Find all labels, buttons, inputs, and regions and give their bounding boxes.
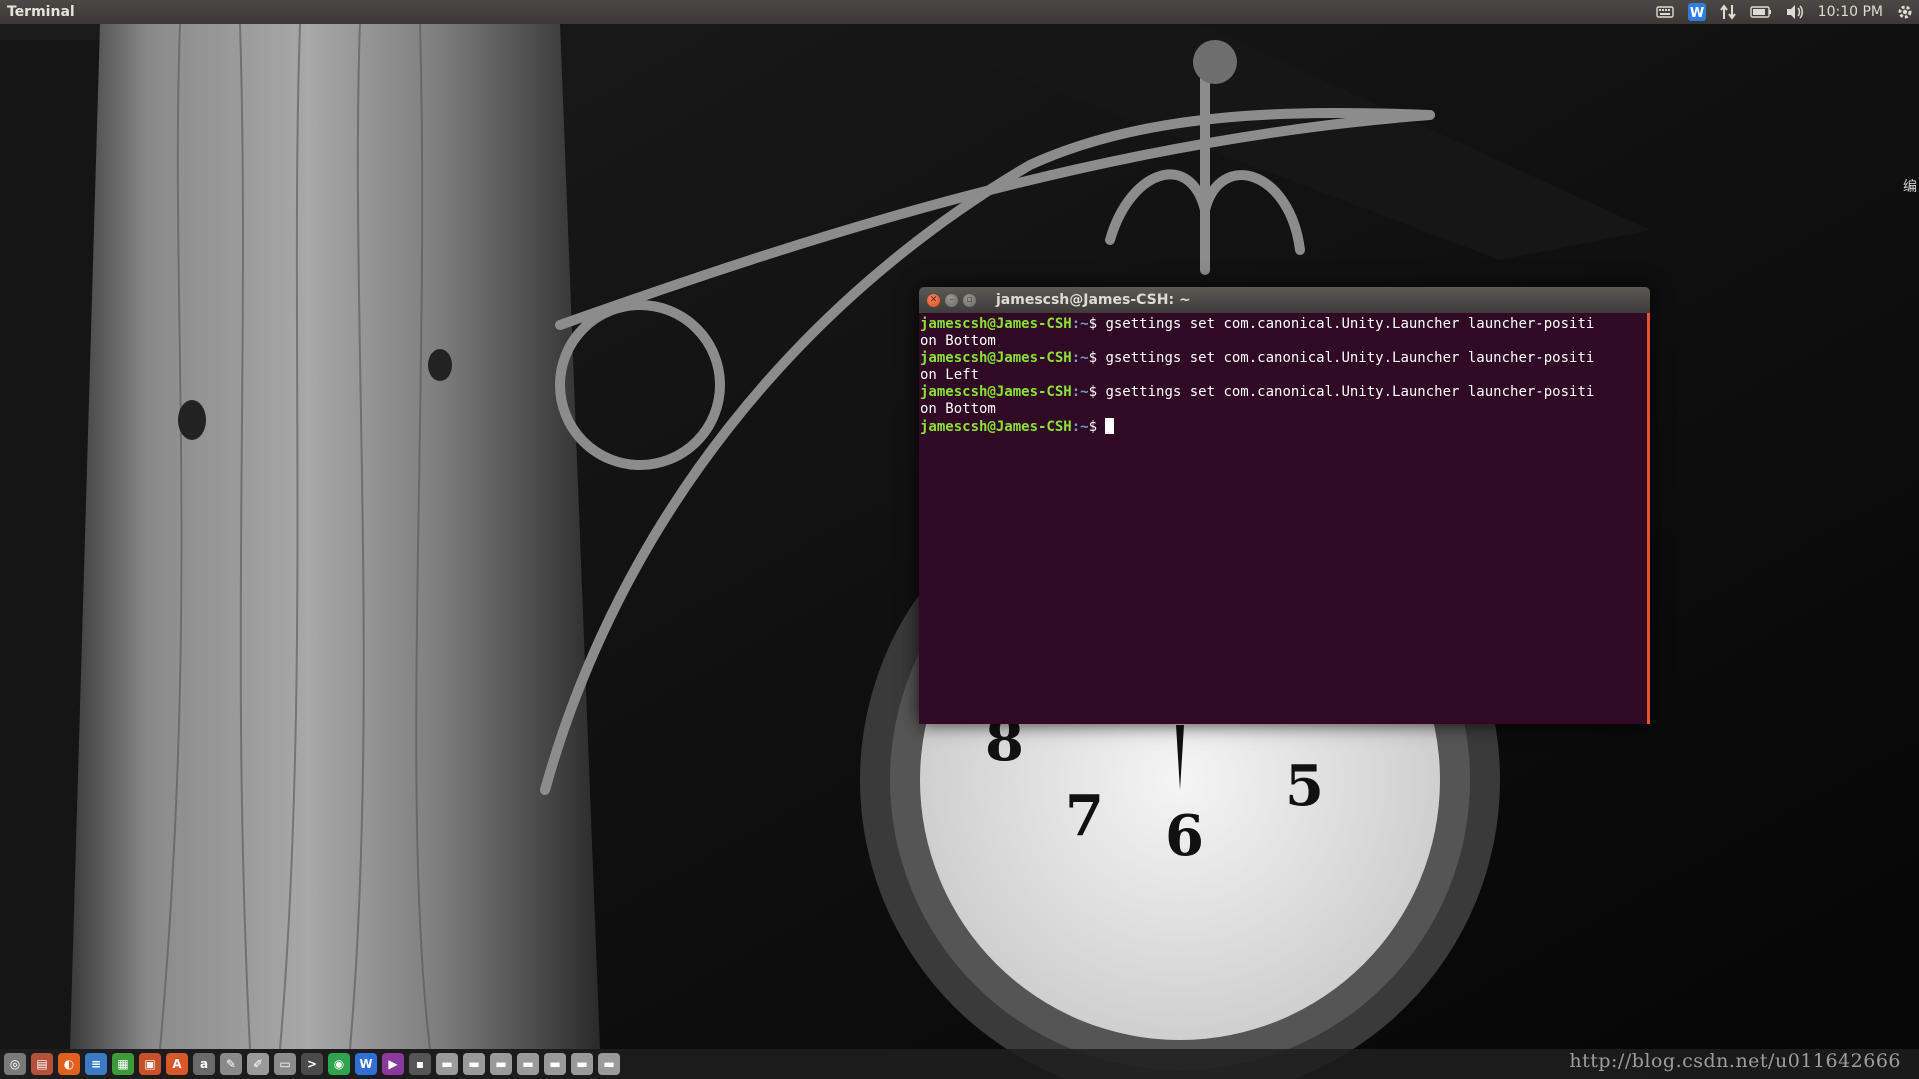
software-center-icon[interactable]: A [166, 1053, 188, 1075]
drive-icon[interactable]: ▬ [436, 1053, 458, 1075]
active-app-title: Terminal [7, 4, 75, 20]
prompt-user: jamescsh@James-CSH [920, 384, 1072, 400]
terminal-line: jamescsh@James-CSH:~$ gsettings set com.… [920, 316, 1647, 333]
system-settings-icon[interactable]: ✎ [220, 1053, 242, 1075]
terminal-line-wrap: on Left [920, 367, 980, 383]
unknown-app-icon[interactable]: ▪ [409, 1053, 431, 1075]
minimize-button[interactable]: – [945, 293, 958, 307]
prompt-path: :~ [1071, 316, 1089, 332]
impress-icon[interactable]: ▣ [139, 1053, 161, 1075]
wps-writer-icon[interactable]: W [355, 1053, 377, 1075]
dash-icon[interactable]: ◎ [4, 1053, 26, 1075]
prompt-symbol: $ [1088, 384, 1106, 400]
keyboard-icon[interactable] [1655, 0, 1674, 24]
text-editor-icon[interactable]: ✐ [247, 1053, 269, 1075]
network-icon[interactable] [1719, 0, 1736, 24]
wps-icon[interactable]: W [1687, 0, 1706, 24]
calc-icon[interactable]: ▦ [112, 1053, 134, 1075]
terminal-prompt-line[interactable]: jamescsh@James-CSH:~$ [920, 418, 1647, 436]
drive-icon[interactable]: ▬ [463, 1053, 485, 1075]
terminal-output[interactable]: jamescsh@James-CSH:~$ gsettings set com.… [919, 313, 1650, 724]
terminal-titlebar[interactable]: ✕ – ▫ jamescsh@James-CSH: ~ [919, 287, 1650, 313]
clock[interactable]: 10:10 PM [1818, 0, 1883, 24]
terminal-line-wrap: on Bottom [920, 333, 996, 349]
svg-text:5: 5 [1285, 753, 1324, 819]
prompt-user: jamescsh@James-CSH [920, 350, 1072, 366]
volume-icon[interactable] [1786, 0, 1804, 24]
video-icon[interactable]: ▶ [382, 1053, 404, 1075]
drive-icon[interactable]: ▬ [571, 1053, 593, 1075]
drive-icon[interactable]: ▬ [490, 1053, 512, 1075]
gear-icon[interactable] [1897, 0, 1913, 24]
command-text: gsettings set com.canonical.Unity.Launch… [1105, 316, 1595, 332]
battery-icon[interactable] [1749, 0, 1772, 24]
wechat-icon[interactable]: ◉ [328, 1053, 350, 1075]
svg-text:6: 6 [1165, 803, 1204, 869]
prompt-user: jamescsh@James-CSH [920, 419, 1072, 435]
system-tray: W 10:10 PM [1642, 0, 1913, 24]
maximize-button[interactable]: ▫ [963, 293, 976, 307]
prompt-symbol: $ [1088, 419, 1106, 435]
files-icon[interactable]: ▤ [31, 1053, 53, 1075]
prompt-path: :~ [1071, 384, 1089, 400]
prompt-symbol: $ [1088, 316, 1106, 332]
window-title: jamescsh@James-CSH: ~ [996, 292, 1191, 308]
printer-icon[interactable]: ▭ [274, 1053, 296, 1075]
terminal-icon[interactable]: > [301, 1053, 323, 1075]
text-cursor [1105, 418, 1115, 434]
prompt-path: :~ [1071, 419, 1089, 435]
terminal-line-wrap: on Bottom [920, 401, 996, 417]
svg-text:W: W [1690, 6, 1704, 21]
amazon-icon[interactable]: a [193, 1053, 215, 1075]
writer-icon[interactable]: ≡ [85, 1053, 107, 1075]
svg-text:7: 7 [1065, 783, 1104, 849]
prompt-path: :~ [1071, 350, 1089, 366]
top-panel: Terminal W 10:10 PM [0, 0, 1919, 24]
firefox-icon[interactable]: ◐ [58, 1053, 80, 1075]
terminal-window[interactable]: ✕ – ▫ jamescsh@James-CSH: ~ jamescsh@Jam… [919, 287, 1650, 724]
close-button[interactable]: ✕ [927, 293, 940, 307]
terminal-line: jamescsh@James-CSH:~$ gsettings set com.… [920, 384, 1647, 401]
drive-icon[interactable]: ▬ [544, 1053, 566, 1075]
watermark: http://blog.csdn.net/u011642666 [1569, 1050, 1901, 1072]
drive-icon[interactable]: ▬ [517, 1053, 539, 1075]
prompt-user: jamescsh@James-CSH [920, 316, 1072, 332]
command-text: gsettings set com.canonical.Unity.Launch… [1105, 350, 1595, 366]
prompt-symbol: $ [1088, 350, 1106, 366]
command-text: gsettings set com.canonical.Unity.Launch… [1105, 384, 1595, 400]
drive-icon[interactable]: ▬ [598, 1053, 620, 1075]
terminal-line: jamescsh@James-CSH:~$ gsettings set com.… [920, 350, 1647, 367]
input-method-indicator[interactable]: 编 [1903, 176, 1917, 196]
